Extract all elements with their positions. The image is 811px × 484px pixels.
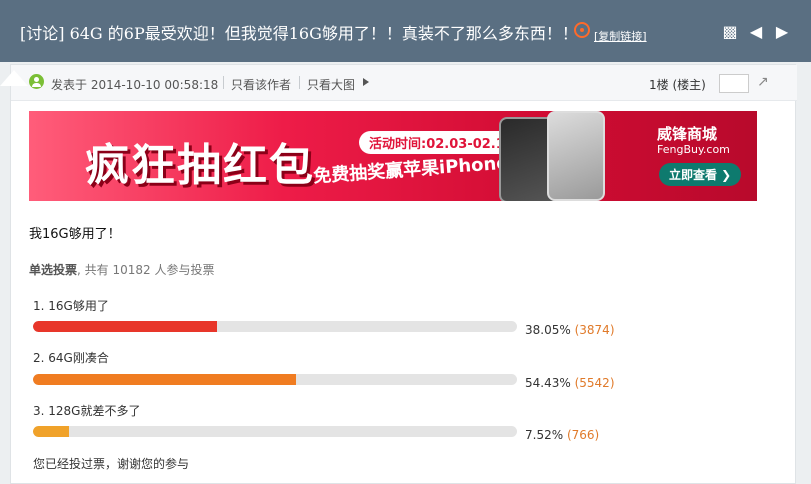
- poll-bar-fill: [33, 321, 218, 332]
- banner-headline: 疯狂抽红包: [85, 140, 315, 191]
- phone-image: [547, 111, 605, 201]
- promo-banner[interactable]: 疯狂抽红包 活动时间:02.03-02.12 免费抽奖赢苹果iPhone6 威锋…: [29, 111, 757, 201]
- poll-option-label: 3. 128G就差不多了: [33, 404, 141, 418]
- thread-title: [讨论] 64G 的6P最受欢迎！但我觉得16G够用了！！真装不了那么多东西！！: [20, 24, 578, 43]
- thread-title-bar: [讨论] 64G 的6P最受欢迎！但我觉得16G够用了！！真装不了那么多东西！！…: [0, 0, 811, 62]
- divider: [223, 76, 224, 89]
- play-icon[interactable]: [363, 78, 369, 86]
- poll-bar-fill: [33, 374, 297, 385]
- poll-bar-track: [33, 321, 517, 332]
- post-panel: 发表于 2014-10-10 00:58:18 只看该作者 只看大图 1楼 (楼…: [10, 64, 797, 484]
- poll-count: (766): [566, 428, 600, 442]
- only-author-link[interactable]: 只看该作者: [231, 76, 291, 93]
- poll-option-label: 1. 16G够用了: [33, 299, 109, 313]
- post-date: 发表于 2014-10-10 00:58:18: [51, 78, 219, 92]
- poll-bar-track: [33, 426, 517, 437]
- poll-percent: 7.52%: [525, 428, 564, 442]
- floor-jump-input[interactable]: [719, 74, 749, 93]
- poll-percent: 38.05%: [525, 323, 571, 337]
- poll-participants: , 共有 10182 人参与投票: [77, 263, 215, 277]
- fire-icon: [574, 22, 590, 38]
- poll-count: (5542): [574, 376, 615, 390]
- print-icon[interactable]: ▩: [722, 24, 738, 40]
- banner-brand-url: FengBuy.com: [657, 143, 730, 156]
- user-online-icon: [29, 74, 44, 89]
- poll-header: 单选投票, 共有 10182 人参与投票: [29, 261, 214, 278]
- poll-option-label: 2. 64G刚凑合: [33, 351, 109, 365]
- poll-result: 7.52% (766): [525, 428, 599, 442]
- jump-icon[interactable]: ↗: [757, 74, 769, 90]
- panel-pointer: [0, 70, 28, 86]
- poll-bar-fill: [33, 426, 70, 437]
- poll-type: 单选投票: [29, 263, 78, 277]
- poll-result: 54.43% (5542): [525, 376, 615, 390]
- next-icon[interactable]: ▶: [774, 24, 790, 40]
- voted-message: 您已经投过票，谢谢您的参与: [33, 457, 190, 471]
- divider: [299, 76, 300, 89]
- post-body-text: 我16G够用了！: [29, 227, 121, 242]
- poll-percent: 54.43%: [525, 376, 571, 390]
- floor-label: 1楼 (楼主): [649, 78, 706, 92]
- prev-icon[interactable]: ◀: [748, 24, 764, 40]
- copy-link-button[interactable]: [复制链接]: [594, 28, 647, 44]
- banner-brand: 威锋商城: [657, 125, 718, 143]
- poll-result: 38.05% (3874): [525, 323, 615, 337]
- poll-bar-track: [33, 374, 517, 385]
- poll-count: (3874): [574, 323, 615, 337]
- banner-cta-button[interactable]: 立即查看 ❯: [659, 163, 742, 186]
- big-image-link[interactable]: 只看大图: [307, 76, 355, 93]
- post-meta-bar: 发表于 2014-10-10 00:58:18 只看该作者 只看大图 1楼 (楼…: [11, 65, 797, 101]
